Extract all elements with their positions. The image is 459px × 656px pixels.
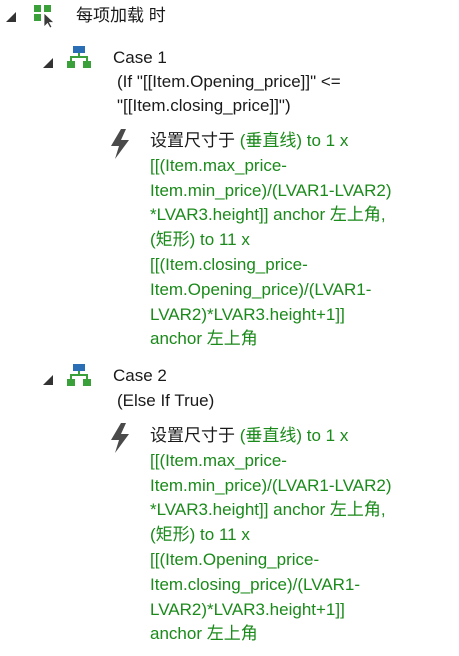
- case-branch-icon: [67, 363, 91, 387]
- action-segment: to 11 x: [195, 230, 250, 250]
- action-line: Item.closing_price)/(LVAR1-: [150, 573, 392, 598]
- action-line: [[(Item.max_price-: [150, 154, 392, 179]
- action-segment: anchor 左上角: [150, 624, 258, 644]
- action-line: 设置尺寸于 (垂直线) to 1 x: [150, 424, 392, 449]
- action-line: *LVAR3.height]] anchor 左上角,: [150, 203, 392, 228]
- action-segment: 设置尺寸于: [150, 426, 240, 445]
- action-line: [[(Item.closing_price-: [150, 253, 392, 278]
- action-segment: Item.closing_price)/(LVAR1-: [150, 574, 361, 594]
- case-title[interactable]: Case 2: [113, 365, 167, 387]
- action-segment: LVAR2)*LVAR3.height+1]]: [150, 304, 345, 324]
- action-segment: [[(Item.max_price-: [150, 155, 287, 175]
- action-segment: to 1 x: [302, 131, 349, 150]
- action-line: 设置尺寸于 (垂直线) to 1 x: [150, 129, 392, 154]
- event-label[interactable]: 每项加载 时: [76, 5, 166, 27]
- case-condition: (If "[[Item.Opening_price]]" <=: [117, 72, 341, 91]
- action-line: Item.min_price)/(LVAR1-LVAR2): [150, 179, 392, 204]
- case-branch-icon: [67, 45, 91, 69]
- action-segment: Item.min_price)/(LVAR1-LVAR2): [150, 180, 392, 200]
- case-action-text[interactable]: 设置尺寸于 (垂直线) to 1 x [[(Item.max_price- Item…: [150, 129, 392, 352]
- case-action-text[interactable]: 设置尺寸于 (垂直线) to 1 x [[(Item.max_price- Item…: [150, 424, 392, 647]
- action-line: Item.min_price)/(LVAR1-LVAR2): [150, 474, 392, 499]
- action-line: [[(Item.max_price-: [150, 449, 392, 474]
- action-segment: anchor 左上角,: [268, 205, 386, 225]
- case-collapse-toggle[interactable]: [43, 58, 53, 68]
- action-segment: [[(Item.max_price-: [150, 450, 287, 470]
- action-segment: [[(Item.Opening_price-: [150, 549, 320, 569]
- action-segment: LVAR2)*LVAR3.height+1]]: [150, 599, 345, 619]
- case-condition: "[[Item.closing_price]]"): [117, 96, 291, 115]
- action-line: LVAR2)*LVAR3.height+1]]: [150, 303, 392, 328]
- case-title[interactable]: Case 1: [113, 47, 167, 69]
- action-segment: (矩形): [150, 230, 196, 250]
- event-cursor-icon: [32, 2, 58, 29]
- case-collapse-toggle[interactable]: [43, 375, 53, 385]
- action-segment: (垂直线): [239, 131, 303, 150]
- action-segment: 设置尺寸于: [150, 131, 240, 150]
- action-segment: *LVAR3.height]]: [150, 500, 269, 520]
- action-segment: (垂直线): [239, 426, 303, 445]
- action-line: LVAR2)*LVAR3.height+1]]: [150, 598, 392, 623]
- action-segment: to 1 x: [302, 426, 349, 445]
- action-line: anchor 左上角: [150, 327, 392, 352]
- action-segment: anchor 左上角,: [268, 500, 386, 520]
- event-collapse-toggle[interactable]: [6, 12, 16, 22]
- action-line: [[(Item.Opening_price-: [150, 548, 392, 573]
- action-lightning-icon: [107, 422, 133, 454]
- case-condition: (Else If True): [117, 391, 215, 410]
- action-line: *LVAR3.height]] anchor 左上角,: [150, 498, 392, 523]
- action-segment: anchor 左上角: [150, 329, 258, 349]
- action-line: Item.Opening_price)/(LVAR1-: [150, 278, 392, 303]
- action-segment: (矩形): [150, 525, 196, 545]
- action-segment: [[(Item.closing_price-: [150, 254, 308, 274]
- action-line: (矩形) to 11 x: [150, 523, 392, 548]
- action-segment: Item.min_price)/(LVAR1-LVAR2): [150, 475, 392, 495]
- action-line: (矩形) to 11 x: [150, 228, 392, 253]
- action-segment: *LVAR3.height]]: [150, 205, 269, 225]
- action-line: anchor 左上角: [150, 622, 392, 647]
- action-segment: Item.Opening_price)/(LVAR1-: [150, 279, 372, 299]
- action-segment: to 11 x: [195, 525, 250, 545]
- action-lightning-icon: [107, 128, 133, 160]
